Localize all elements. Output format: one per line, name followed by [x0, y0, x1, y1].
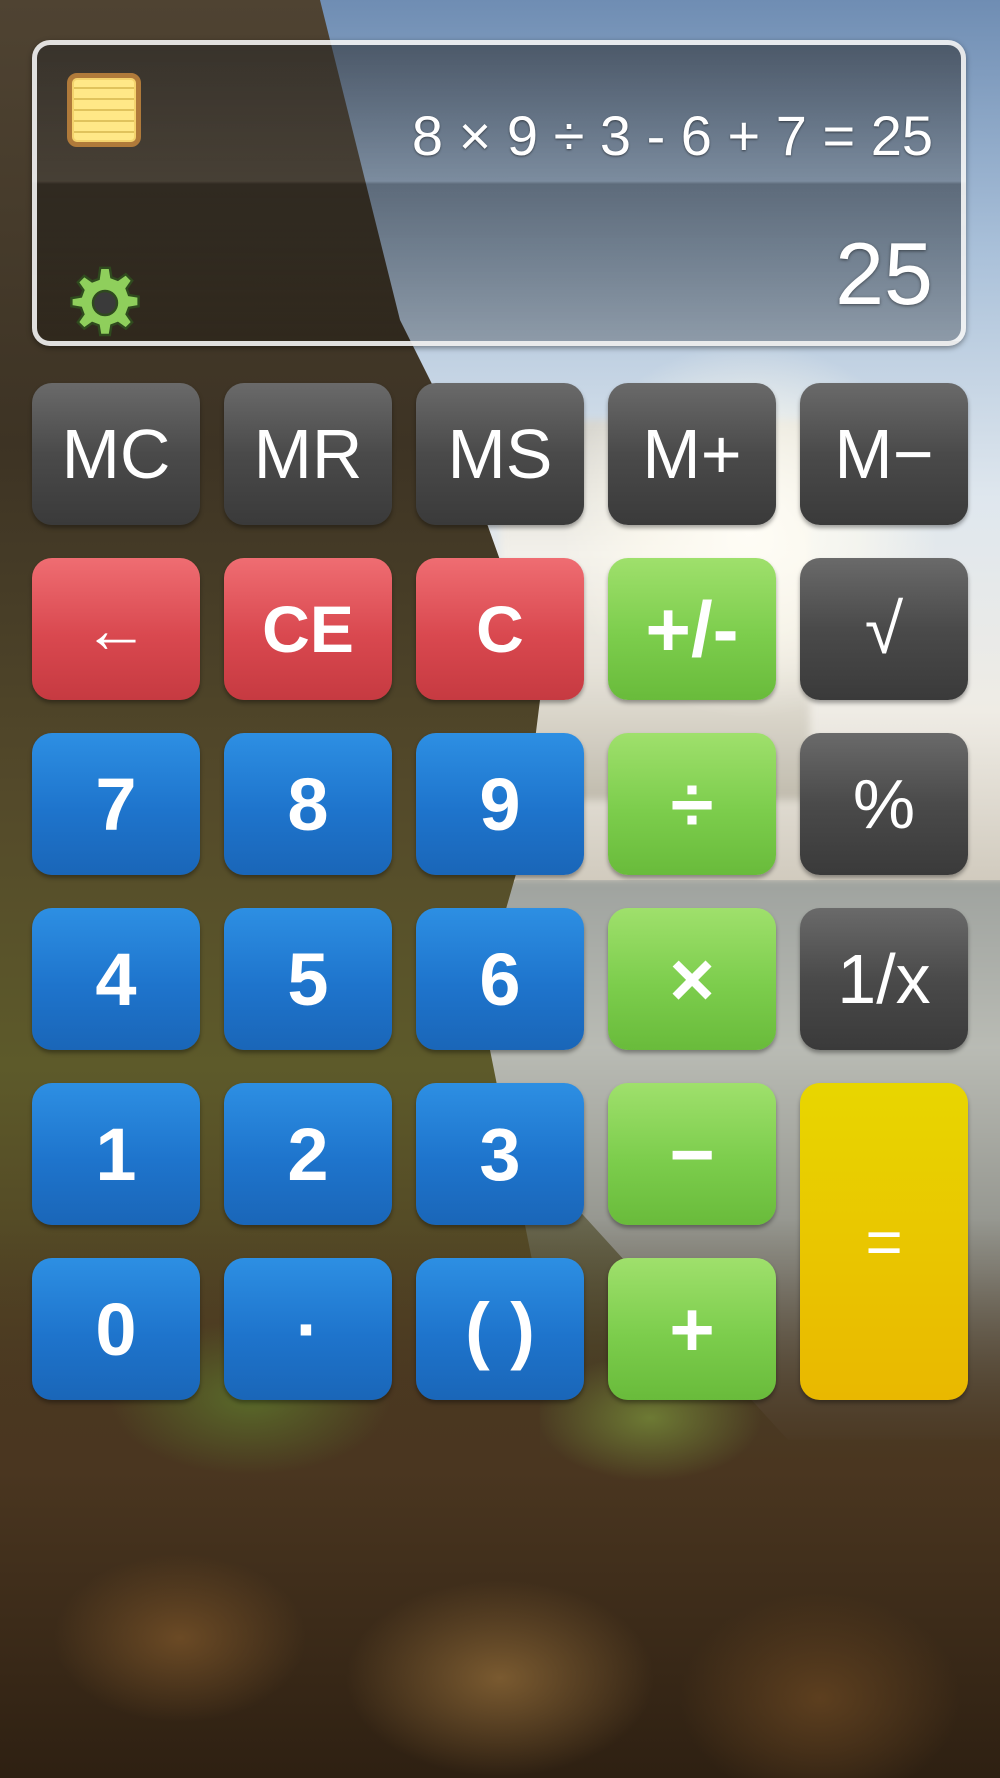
digit-7-button[interactable]: 7	[32, 733, 200, 875]
sign-toggle-button[interactable]: +/-	[608, 558, 776, 700]
digit-6-button[interactable]: 6	[416, 908, 584, 1050]
clear-button[interactable]: C	[416, 558, 584, 700]
expression-text: 8 × 9 ÷ 3 - 6 + 7 = 25	[411, 104, 933, 167]
gear-icon[interactable]	[65, 263, 145, 343]
sqrt-button[interactable]: √	[800, 558, 968, 700]
digit-9-button[interactable]: 9	[416, 733, 584, 875]
digit-2-button[interactable]: 2	[224, 1083, 392, 1225]
result-text: 25	[835, 224, 933, 323]
parentheses-button[interactable]: ( )	[416, 1258, 584, 1400]
m-minus-button[interactable]: M−	[800, 383, 968, 525]
percent-button[interactable]: %	[800, 733, 968, 875]
digit-1-button[interactable]: 1	[32, 1083, 200, 1225]
minus-button[interactable]: −	[608, 1083, 776, 1225]
mr-button[interactable]: MR	[224, 383, 392, 525]
plus-button[interactable]: +	[608, 1258, 776, 1400]
mc-button[interactable]: MC	[32, 383, 200, 525]
ms-button[interactable]: MS	[416, 383, 584, 525]
ce-button[interactable]: CE	[224, 558, 392, 700]
reciprocal-button[interactable]: 1/x	[800, 908, 968, 1050]
multiply-button[interactable]: ×	[608, 908, 776, 1050]
equals-button[interactable]: =	[800, 1083, 968, 1400]
divide-button[interactable]: ÷	[608, 733, 776, 875]
digit-0-button[interactable]: 0	[32, 1258, 200, 1400]
digit-5-button[interactable]: 5	[224, 908, 392, 1050]
decimal-button[interactable]: ·	[224, 1258, 392, 1400]
digit-8-button[interactable]: 8	[224, 733, 392, 875]
digit-3-button[interactable]: 3	[416, 1083, 584, 1225]
notes-icon[interactable]	[67, 73, 141, 147]
digit-4-button[interactable]: 4	[32, 908, 200, 1050]
backspace-button[interactable]: ←	[32, 558, 200, 700]
calculator-display: 8 × 9 ÷ 3 - 6 + 7 = 25 25	[32, 40, 966, 346]
m-plus-button[interactable]: M+	[608, 383, 776, 525]
